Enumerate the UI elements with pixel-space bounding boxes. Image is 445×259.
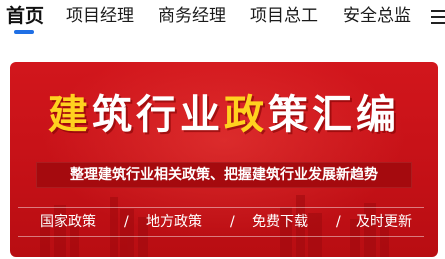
active-tab-indicator xyxy=(14,30,34,34)
banner-title-part-2: 筑行业 xyxy=(92,91,224,138)
banner-links-bar: 国家政策 / 地方政策 / 免费下载 / 及时更新 xyxy=(18,207,424,237)
link-free-download[interactable]: 免费下载 xyxy=(252,208,308,236)
separator: / xyxy=(336,214,341,230)
tab-business-manager[interactable]: 商务经理 xyxy=(158,3,226,29)
category-tab-bar: 首页 项目经理 商务经理 项目总工 安全总监 xyxy=(0,0,445,38)
separator: / xyxy=(230,214,235,230)
link-timely-update[interactable]: 及时更新 xyxy=(356,208,412,236)
banner-title-part-3: 政 xyxy=(224,91,268,138)
banner-title-part-1: 建 xyxy=(48,91,92,138)
tab-safety-director[interactable]: 安全总监 xyxy=(343,3,411,29)
separator: / xyxy=(124,214,129,230)
banner-subtitle: 整理建筑行业相关政策、把握建筑行业发展新趋势 xyxy=(70,167,378,183)
banner-title: 建筑行业政策汇编 xyxy=(10,82,438,140)
banner-subtitle-bar: 整理建筑行业相关政策、把握建筑行业发展新趋势 xyxy=(36,162,412,188)
tab-home[interactable]: 首页 xyxy=(6,3,44,29)
tab-project-manager[interactable]: 项目经理 xyxy=(66,3,134,29)
menu-icon[interactable] xyxy=(428,4,445,30)
link-local-policy[interactable]: 地方政策 xyxy=(146,208,202,236)
policy-banner[interactable]: 建筑行业政策汇编 整理建筑行业相关政策、把握建筑行业发展新趋势 国家政策 / 地… xyxy=(10,62,438,257)
link-national-policy[interactable]: 国家政策 xyxy=(40,208,96,236)
tab-chief-engineer[interactable]: 项目总工 xyxy=(250,3,318,29)
banner-title-part-4: 策汇编 xyxy=(268,91,400,138)
page: 首页 项目经理 商务经理 项目总工 安全总监 建筑行业政策汇编 整理建筑行业相关… xyxy=(0,0,445,259)
